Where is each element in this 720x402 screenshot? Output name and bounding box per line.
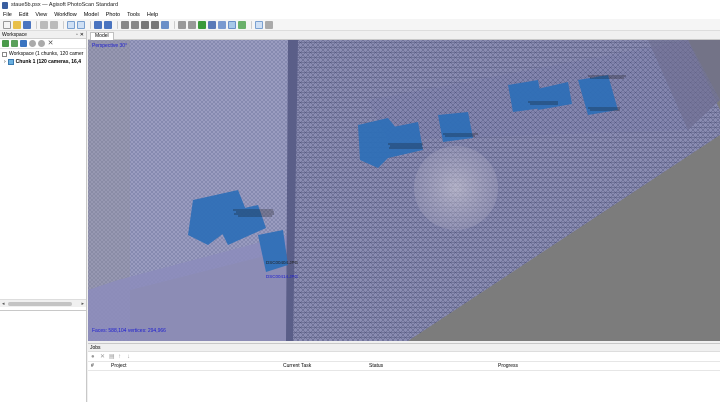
workspace-title: Workspace [2, 31, 27, 38]
add-photos-icon[interactable] [11, 40, 18, 47]
column-header[interactable]: Progress [498, 363, 518, 369]
reset-view-icon[interactable] [161, 20, 169, 29]
toolbar-separator [90, 20, 91, 29]
rotate-object-icon[interactable] [94, 20, 102, 29]
chunk-label: Chunk 1 (120 cameras, 16,4 [15, 59, 81, 65]
projection-label: Perspective 30° [92, 43, 128, 49]
move-object-icon[interactable] [104, 20, 112, 29]
open-folder-icon[interactable] [13, 20, 21, 29]
move-down-icon[interactable]: ↓ [127, 354, 133, 360]
app-icon [2, 1, 8, 9]
job-log-icon[interactable]: ▤ [109, 354, 115, 360]
navigation-icon[interactable] [67, 20, 75, 29]
workspace-root-item[interactable]: Workspace (1 chunks, 120 camer [2, 50, 84, 58]
tab-model[interactable]: Model [90, 32, 114, 40]
expand-chevron-icon[interactable]: › [4, 58, 6, 66]
scene-render [88, 40, 720, 341]
properties-panel [0, 310, 86, 402]
jobs-title: Jobs [88, 344, 720, 352]
rect-selection-icon[interactable] [77, 20, 85, 29]
float-panel-icon[interactable]: ▫ [76, 32, 78, 38]
column-header[interactable]: Project [111, 363, 127, 369]
scroll-thumb[interactable] [8, 301, 72, 306]
workspace-toolbar: ✕ [0, 39, 86, 49]
redo-icon[interactable] [50, 20, 58, 29]
points-icon[interactable] [188, 20, 196, 29]
mesh-stats-label: Faces: 588,104 vertices: 294,966 [92, 328, 166, 334]
model-tab-bar: Model [88, 31, 720, 40]
menu-tools[interactable]: Tools [127, 12, 140, 18]
menu-workflow[interactable]: Workflow [54, 12, 77, 18]
menu-photo[interactable]: Photo [106, 12, 120, 18]
new-document-icon[interactable] [3, 20, 11, 29]
model-solid-icon[interactable] [208, 20, 216, 29]
show-markers-icon[interactable] [265, 20, 273, 29]
pause-icon[interactable]: ● [91, 354, 97, 360]
textured-icon[interactable] [228, 20, 236, 29]
delete-selection-icon[interactable] [131, 20, 139, 29]
move-up-icon[interactable]: ↑ [118, 354, 124, 360]
remove-job-icon[interactable]: ✕ [100, 354, 106, 360]
jobs-panel: Jobs ● ✕ ▤ ↑ ↓ # Project Current Task St… [88, 343, 720, 402]
scroll-right-icon[interactable]: ▸ [81, 301, 84, 307]
menu-file[interactable]: File [3, 12, 12, 18]
workspace-horizontal-scrollbar[interactable]: ◂ ▸ [0, 299, 86, 307]
toolbar-separator [251, 20, 252, 29]
jobs-toolbar: ● ✕ ▤ ↑ ↓ [88, 352, 720, 362]
show-cameras-icon[interactable] [255, 20, 263, 29]
trackball-sphere[interactable] [414, 146, 498, 230]
tiled-model-icon[interactable] [238, 20, 246, 29]
add-folder-icon[interactable] [20, 40, 27, 47]
save-icon[interactable] [23, 20, 31, 29]
toolbar-separator [63, 20, 64, 29]
undo-icon[interactable] [40, 20, 48, 29]
scroll-left-icon[interactable]: ◂ [2, 301, 5, 307]
model-viewport[interactable]: Perspective 30° DSC00404.JPG DSC00414.JP… [88, 40, 720, 341]
close-panel-icon[interactable]: ✕ [80, 32, 84, 38]
workspace-tree: Workspace (1 chunks, 120 camer › Chunk 1… [0, 49, 86, 67]
model-shaded-icon[interactable] [198, 20, 206, 29]
camera-label-primary: DSC00404.JPG [266, 260, 299, 265]
window-title: staue5b.psx — Agisoft PhotoScan Standard [11, 2, 119, 8]
remove-icon[interactable]: ✕ [47, 40, 54, 47]
menu-edit[interactable]: Edit [19, 12, 28, 18]
disable-icon[interactable] [38, 40, 45, 47]
chunk-icon [7, 59, 14, 65]
toolbar-separator [36, 20, 37, 29]
add-chunk-icon[interactable] [2, 40, 9, 47]
enable-icon[interactable] [29, 40, 36, 47]
workspace-root-label: Workspace (1 chunks, 120 camer [9, 51, 84, 57]
column-header[interactable]: # [91, 363, 94, 369]
camera-label-secondary: DSC00414.JPG [266, 274, 299, 279]
title-bar: staue5b.psx — Agisoft PhotoScan Standard [0, 0, 720, 10]
jobs-table-header: # Project Current Task Status Progress [88, 362, 720, 371]
workspace-panel: Workspace ▫ ✕ ✕ Workspace (1 chunks, 120… [0, 31, 87, 402]
wireframe-icon[interactable] [218, 20, 226, 29]
chunk-item[interactable]: › Chunk 1 (120 cameras, 16,4 [2, 58, 84, 66]
menu-model[interactable]: Model [84, 12, 99, 18]
menu-help[interactable]: Help [147, 12, 158, 18]
menu-view[interactable]: View [35, 12, 47, 18]
toolbar-separator [117, 20, 118, 29]
main-toolbar [0, 19, 720, 31]
zoom-in-icon[interactable] [141, 20, 149, 29]
zoom-out-icon[interactable] [151, 20, 159, 29]
column-header[interactable]: Current Task [283, 363, 311, 369]
grid-icon[interactable] [178, 20, 186, 29]
toolbar-separator [174, 20, 175, 29]
camera-plane [438, 112, 473, 142]
crop-icon[interactable] [121, 20, 129, 29]
menu-bar: File Edit View Workflow Model Photo Tool… [0, 10, 720, 19]
column-header[interactable]: Status [369, 363, 383, 369]
checkbox-icon[interactable] [2, 51, 7, 57]
workspace-header: Workspace ▫ ✕ [0, 31, 86, 39]
